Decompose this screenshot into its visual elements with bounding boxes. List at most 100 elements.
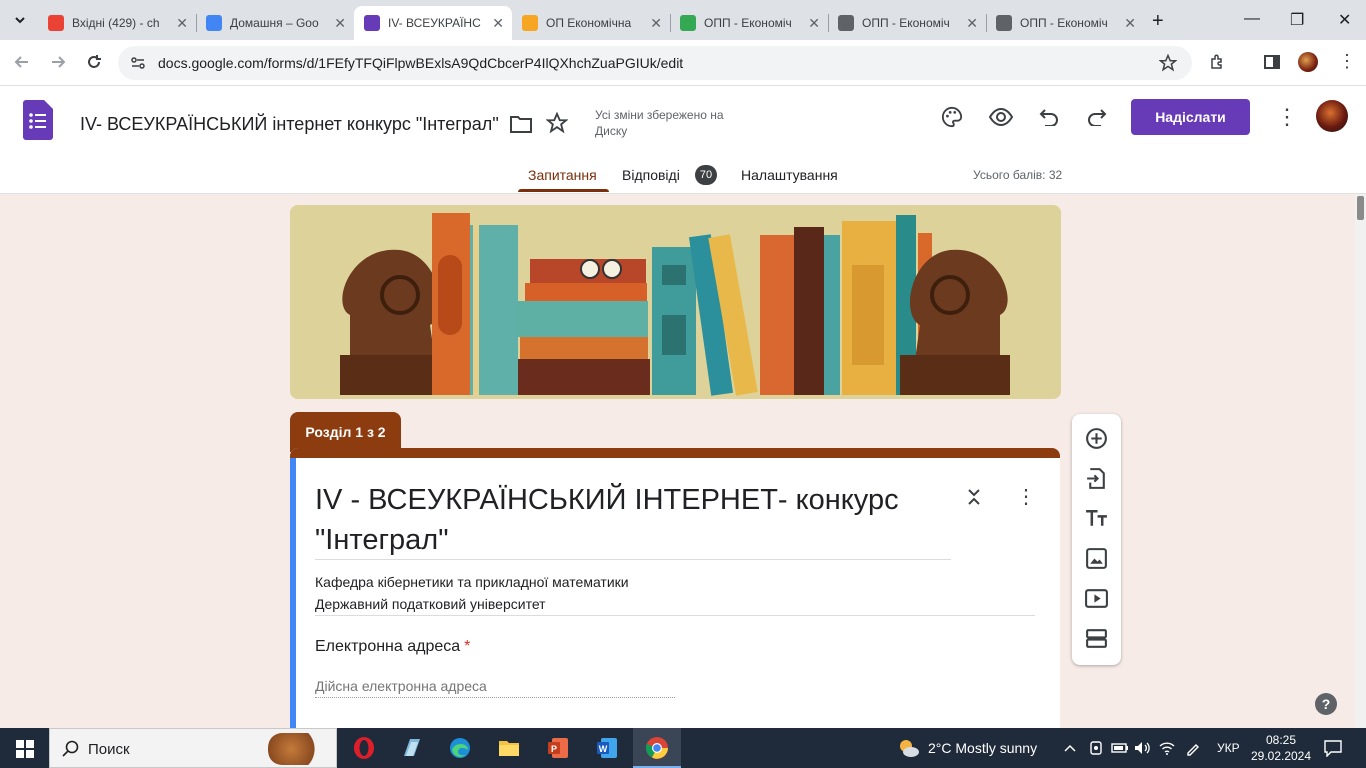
system-clock[interactable]: 08:25 29.02.2024 — [1250, 732, 1312, 764]
show-hidden-icons-icon[interactable] — [1064, 741, 1076, 759]
gmail-icon — [48, 15, 64, 31]
star-icon[interactable] — [545, 111, 569, 139]
windows-start-icon[interactable] — [16, 740, 34, 763]
close-tab-icon[interactable]: ✕ — [334, 15, 346, 32]
close-tab-icon[interactable]: ✕ — [808, 15, 820, 32]
reload-icon[interactable] — [86, 54, 102, 75]
google-sites-icon — [206, 15, 222, 31]
profile-avatar[interactable] — [1298, 52, 1318, 72]
google-forms-logo-icon[interactable] — [23, 100, 53, 145]
browser-tab-2[interactable]: Домашня – Goo ✕ — [196, 6, 354, 40]
browser-tab-3[interactable]: IV- ВСЕУКРАЇНС ✕ — [354, 6, 512, 40]
add-title-text-icon[interactable] — [1084, 506, 1109, 531]
close-tab-icon[interactable]: ✕ — [650, 15, 662, 32]
scrollbar-thumb[interactable] — [1357, 196, 1364, 220]
tab-title: ОПП - Економіч — [1020, 16, 1108, 30]
windows-taskbar: Поиск P W 2°C Mostly sunny УКР 08:25 29.… — [0, 728, 1366, 768]
add-section-icon[interactable] — [1084, 626, 1109, 651]
tray-device-icon[interactable] — [1088, 740, 1104, 761]
form-title-card[interactable]: IV - ВСЕУКРАЇНСЬКИЙ ІНТЕРНЕТ- конкурс "І… — [290, 448, 1060, 728]
send-button[interactable]: Надіслати — [1131, 99, 1250, 135]
user-avatar[interactable] — [1316, 100, 1348, 132]
battery-icon[interactable] — [1111, 740, 1129, 761]
notifications-icon[interactable] — [1324, 739, 1342, 762]
file-viewer-icon[interactable] — [400, 736, 424, 760]
minimize-icon[interactable]: — — [1244, 10, 1260, 28]
volume-icon[interactable] — [1134, 740, 1152, 761]
powerpoint-icon[interactable]: P — [546, 736, 570, 760]
palette-icon[interactable] — [941, 106, 963, 133]
tab-responses[interactable]: Відповіді — [622, 167, 680, 183]
browser-tab-1[interactable]: Вхідні (429) - ch ✕ — [38, 6, 196, 40]
help-icon[interactable]: ? — [1315, 693, 1337, 715]
tab-settings[interactable]: Налаштування — [741, 167, 838, 183]
input-language[interactable]: УКР — [1217, 741, 1240, 755]
close-tab-icon[interactable]: ✕ — [1124, 15, 1136, 32]
tab-separator — [986, 14, 987, 32]
word-icon[interactable]: W — [595, 736, 619, 760]
more-options-icon[interactable]: ⋮ — [1276, 104, 1298, 130]
file-explorer-icon[interactable] — [497, 736, 521, 760]
close-tab-icon[interactable]: ✕ — [176, 15, 188, 32]
new-tab-button[interactable]: + — [1152, 10, 1164, 33]
browser-menu-icon[interactable]: ⋮ — [1338, 52, 1356, 70]
add-video-icon[interactable] — [1084, 586, 1109, 611]
add-image-icon[interactable] — [1084, 546, 1109, 571]
email-label-text: Електронна адреса — [315, 638, 461, 655]
browser-toolbar: docs.google.com/forms/d/1FEfyTFQiFlpwBEx… — [0, 40, 1366, 86]
section-more-icon[interactable]: ⋮ — [1016, 484, 1036, 509]
browser-tab-7[interactable]: ОПП - Економіч ✕ — [986, 6, 1144, 40]
browser-tab-5[interactable]: ОПП - Економіч ✕ — [670, 6, 828, 40]
tab-title: IV- ВСЕУКРАЇНС — [388, 16, 481, 30]
close-tab-icon[interactable]: ✕ — [492, 15, 504, 32]
add-question-icon[interactable] — [1084, 426, 1109, 451]
page-scrollbar[interactable] — [1355, 194, 1366, 728]
svg-text:W: W — [599, 744, 608, 754]
books-illustration — [290, 205, 1061, 399]
weather-text[interactable]: 2°C Mostly sunny — [928, 740, 1037, 756]
card-focus-indicator — [290, 458, 296, 728]
restore-icon[interactable]: ❐ — [1290, 10, 1304, 30]
redo-icon[interactable] — [1087, 108, 1107, 131]
pen-icon[interactable] — [1185, 740, 1201, 761]
taskbar-search-box[interactable]: Поиск — [49, 728, 337, 768]
email-field[interactable] — [315, 674, 675, 698]
browser-tab-4[interactable]: ОП Економічна ✕ — [512, 6, 670, 40]
back-icon[interactable] — [14, 54, 30, 75]
forward-icon[interactable] — [50, 54, 66, 75]
address-bar[interactable]: docs.google.com/forms/d/1FEfyTFQiFlpwBEx… — [118, 46, 1192, 80]
form-description-line1[interactable]: Кафедра кібернетики та прикладної матема… — [315, 574, 629, 590]
import-questions-icon[interactable] — [1084, 466, 1109, 491]
weather-icon[interactable] — [898, 738, 920, 763]
extensions-icon[interactable] — [1209, 53, 1227, 76]
close-window-icon[interactable]: ✕ — [1338, 10, 1351, 30]
tab-search-dropdown-icon[interactable] — [12, 12, 28, 28]
collapse-section-icon[interactable] — [966, 488, 982, 511]
browser-tab-6[interactable]: ОПП - Економіч ✕ — [828, 6, 986, 40]
chrome-taskbar-active[interactable] — [633, 728, 681, 768]
opera-icon[interactable] — [352, 736, 376, 760]
undo-icon[interactable] — [1039, 108, 1059, 131]
bookmark-star-icon[interactable] — [1158, 53, 1178, 77]
form-description-line2[interactable]: Державний податковий університет — [315, 596, 546, 612]
document-title[interactable]: IV- ВСЕУКРАЇНСЬКИЙ інтернет конкурс "Інт… — [80, 114, 499, 135]
browser-tab-strip: Вхідні (429) - ch ✕ Домашня – Goo ✕ IV- ВСЕУ… — [0, 0, 1366, 40]
url-text[interactable]: docs.google.com/forms/d/1FEfyTFQiFlpwBEx… — [158, 55, 683, 71]
edge-icon[interactable] — [448, 736, 472, 760]
form-title[interactable]: IV - ВСЕУКРАЇНСЬКИЙ ІНТЕРНЕТ- конкурс "І… — [315, 480, 950, 560]
tab-title: Домашня – Goo — [230, 16, 319, 30]
tab-title: ОПП - Економіч — [862, 16, 950, 30]
tab-questions[interactable]: Запитання — [528, 167, 597, 183]
close-tab-icon[interactable]: ✕ — [966, 15, 978, 32]
site-info-icon[interactable] — [130, 55, 146, 76]
form-side-toolbar — [1072, 414, 1121, 665]
tab-separator — [196, 14, 197, 32]
wifi-icon[interactable] — [1158, 740, 1176, 761]
move-to-folder-icon[interactable] — [510, 114, 532, 139]
section-label: Розділ 1 з 2 — [290, 412, 401, 452]
tab-title: ОП Економічна — [546, 16, 632, 30]
tab-separator — [828, 14, 829, 32]
google-forms-icon — [364, 15, 380, 31]
side-panel-icon[interactable] — [1264, 54, 1280, 75]
preview-eye-icon[interactable] — [988, 107, 1014, 132]
